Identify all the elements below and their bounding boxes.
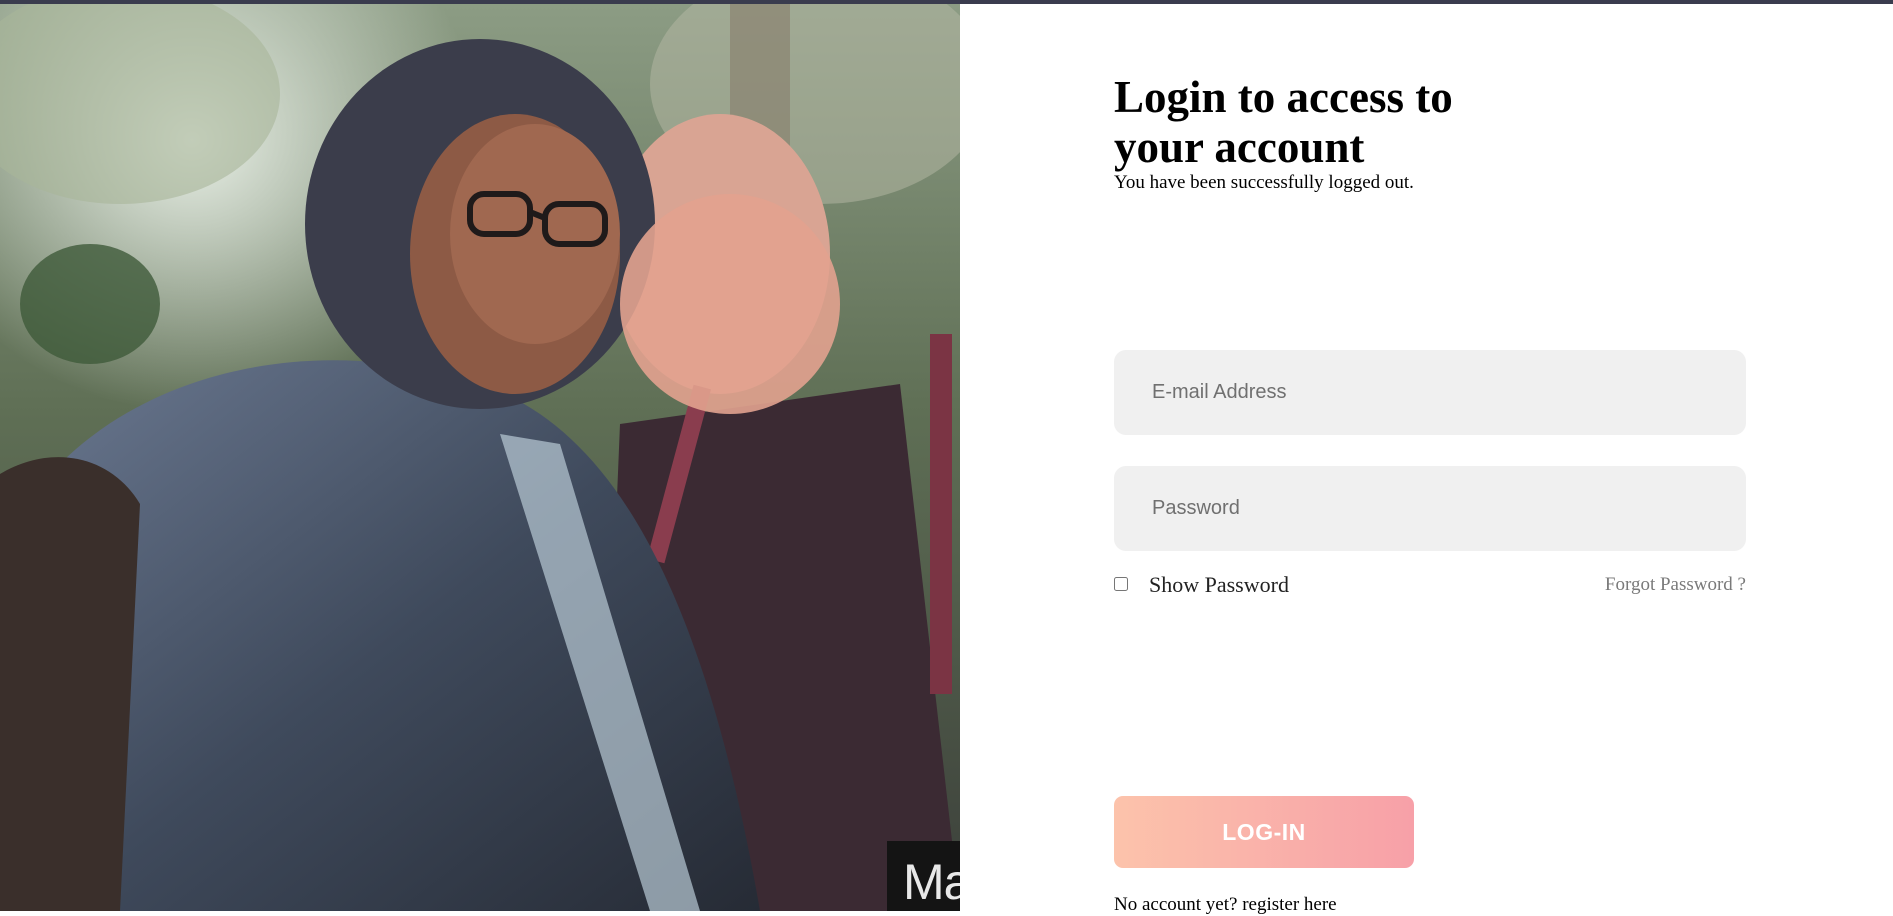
- logout-status-message: You have been successfully logged out.: [1114, 172, 1414, 193]
- register-prompt: No account yet? register here: [1114, 894, 1337, 916]
- show-password-checkbox[interactable]: [1114, 577, 1128, 591]
- video-caption-text: Ma: [903, 854, 960, 910]
- page-title: Login to access to your account: [1114, 72, 1453, 172]
- hero-photo: Ma: [0, 4, 960, 911]
- show-password-label[interactable]: Show Password: [1149, 572, 1289, 598]
- password-field[interactable]: [1114, 466, 1746, 551]
- register-link[interactable]: register here: [1242, 894, 1336, 915]
- video-caption-badge: Ma: [887, 841, 960, 911]
- login-panel: Login to access to your account You have…: [960, 4, 1893, 915]
- register-prefix-text: No account yet?: [1114, 894, 1238, 915]
- email-field[interactable]: [1114, 350, 1746, 435]
- hero-photo-illustration: [0, 4, 960, 911]
- forgot-password-link[interactable]: Forgot Password ?: [1605, 574, 1746, 596]
- login-button[interactable]: LOG-IN: [1114, 796, 1414, 868]
- password-options-row: Show Password Forgot Password ?: [1114, 570, 1746, 600]
